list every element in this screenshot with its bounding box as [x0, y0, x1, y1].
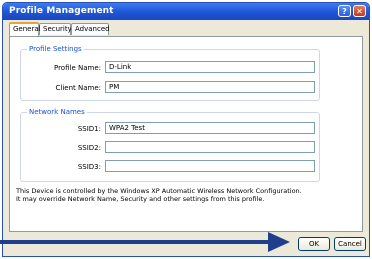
pointer-arrow-annotation: [0, 232, 290, 252]
tab-general[interactable]: General: [9, 22, 41, 36]
